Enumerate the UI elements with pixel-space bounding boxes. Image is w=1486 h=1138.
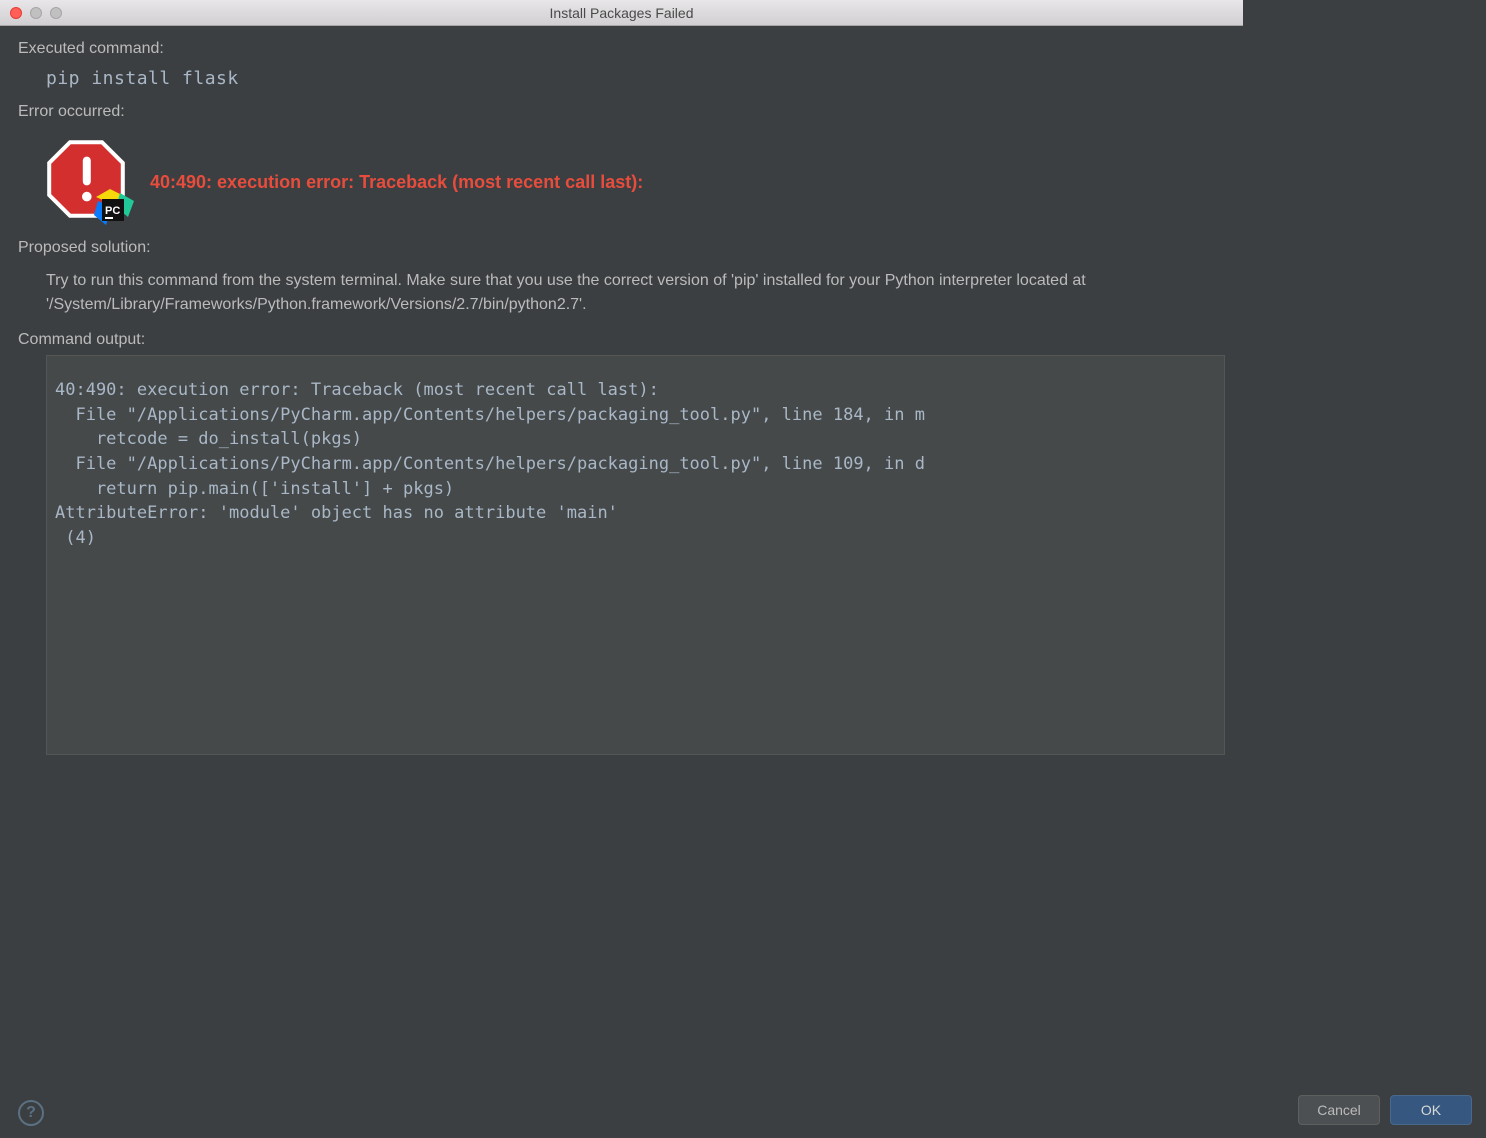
error-occurred-label: Error occurred:	[18, 103, 1225, 121]
error-row: PC 40:490: execution error: Traceback (m…	[18, 127, 1225, 239]
executed-command-label: Executed command:	[18, 40, 1225, 58]
ok-button[interactable]: OK	[1390, 1095, 1472, 1125]
executed-command-value: pip install flask	[18, 64, 1225, 103]
proposed-solution-text: Try to run this command from the system …	[18, 263, 1225, 331]
command-output-label: Command output:	[18, 331, 1225, 349]
window-title: Install Packages Failed	[0, 5, 1243, 21]
cancel-button[interactable]: Cancel	[1298, 1095, 1380, 1125]
proposed-solution-label: Proposed solution:	[18, 239, 1225, 257]
command-output-console[interactable]: 40:490: execution error: Traceback (most…	[46, 355, 1225, 755]
help-button[interactable]: ?	[18, 1100, 44, 1126]
titlebar: Install Packages Failed	[0, 0, 1243, 26]
svg-text:PC: PC	[105, 205, 120, 217]
error-icon-group: PC	[46, 139, 132, 225]
error-summary-text: 40:490: execution error: Traceback (most…	[150, 172, 643, 193]
dialog-content: Executed command: pip install flask Erro…	[0, 26, 1243, 755]
dialog-footer: ? Cancel OK	[0, 1082, 1486, 1138]
pycharm-icon: PC	[92, 187, 136, 231]
